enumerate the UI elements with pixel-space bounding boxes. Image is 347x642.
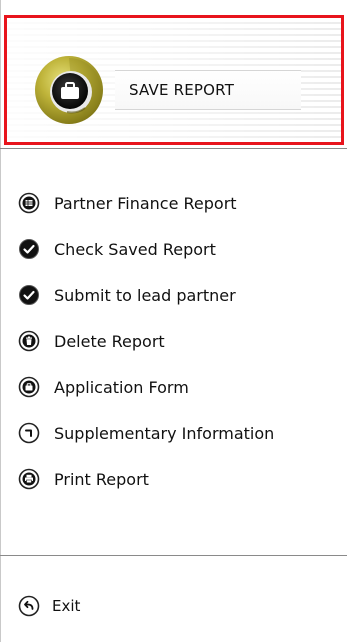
menu-item-application-form[interactable]: Application Form [18,364,338,410]
exit-label: Exit [52,597,81,615]
menu-item-partner-finance-report[interactable]: Partner Finance Report [18,180,338,226]
divider [0,148,347,149]
back-arrow-icon [18,595,40,617]
report-sidebar-panel: SAVE REPORT Partner Finance Report Check… [0,0,347,642]
menu-item-print-report[interactable]: Print Report [18,456,338,502]
menu-item-check-saved-report[interactable]: Check Saved Report [18,226,338,272]
menu-item-label: Partner Finance Report [54,193,237,213]
menu-item-supplementary-information[interactable]: Supplementary Information [18,410,338,456]
divider [0,555,347,556]
menu-item-label: Application Form [54,377,189,397]
corner-arrow-icon [18,422,40,444]
menu-item-label: Check Saved Report [54,239,216,259]
menu-item-label: Submit to lead partner [54,285,236,305]
menu-item-submit-to-lead-partner[interactable]: Submit to lead partner [18,272,338,318]
briefcase-icon [35,56,103,124]
save-report-header: SAVE REPORT [4,15,344,145]
menu-item-label: Print Report [54,469,149,489]
panel-left-border [0,0,1,642]
menu-item-delete-report[interactable]: Delete Report [18,318,338,364]
menu-item-label: Supplementary Information [54,423,275,443]
submit-check-icon [18,284,40,306]
printer-icon [18,468,40,490]
save-report-emblem [33,54,105,126]
save-report-button[interactable]: SAVE REPORT [33,54,303,126]
trash-icon [18,330,40,352]
folder-icon [18,376,40,398]
check-icon [18,238,40,260]
save-report-label: SAVE REPORT [115,70,301,110]
finance-icon [18,192,40,214]
exit-button[interactable]: Exit [18,592,80,620]
menu-item-label: Delete Report [54,331,165,351]
report-actions-menu: Partner Finance Report Check Saved Repor… [18,180,338,502]
